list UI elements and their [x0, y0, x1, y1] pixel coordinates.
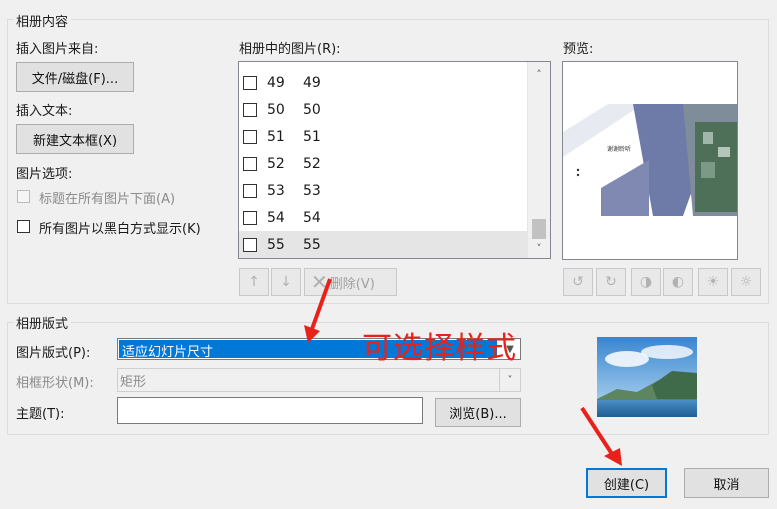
list-item-name: 50 [303, 101, 321, 118]
list-item-checkbox[interactable] [243, 129, 257, 144]
contrast-decrease-icon[interactable]: ◐ [663, 268, 693, 296]
black-white-checkbox[interactable] [17, 220, 30, 233]
preview-slide-graphic [563, 104, 737, 216]
preview-image: 谢谢聆听 [562, 61, 738, 260]
contrast-increase-icon[interactable]: ◑ [631, 268, 661, 296]
caption-below-checkbox[interactable] [17, 190, 30, 203]
preview-label: 预览: [563, 42, 594, 57]
list-item-checkbox[interactable] [243, 75, 257, 90]
insert-text-label: 插入文本: [16, 104, 73, 119]
chevron-down-icon[interactable]: ˅ [499, 369, 520, 391]
list-item-name: 55 [303, 236, 321, 253]
list-item-number: 49 [267, 74, 285, 91]
annotation-text: 可选择样式 [362, 331, 517, 366]
list-item[interactable]: 52 52 [239, 150, 529, 177]
scroll-up-icon[interactable]: ˄ [528, 64, 550, 84]
cancel-button[interactable]: 取消 [684, 468, 769, 498]
theme-label: 主题(T): [16, 407, 65, 422]
frame-shape-select[interactable]: 矩形 ˅ [117, 368, 521, 392]
list-item-checkbox[interactable] [243, 156, 257, 171]
browse-button[interactable]: 浏览(B)... [435, 398, 521, 427]
list-item-checkbox[interactable] [243, 183, 257, 198]
list-scrollbar[interactable]: ˄ ˅ [527, 62, 550, 258]
caption-below-label: 标题在所有图片下面(A) [39, 192, 176, 207]
black-white-label: 所有图片以黑白方式显示(K) [39, 222, 201, 237]
list-item-checkbox[interactable] [243, 237, 257, 252]
rotate-right-icon[interactable]: ↻ [596, 268, 626, 296]
pictures-in-album-label: 相册中的图片(R): [239, 42, 341, 57]
theme-input[interactable] [117, 397, 423, 424]
list-item[interactable]: 53 53 [239, 177, 529, 204]
annotation-arrow-2 [580, 406, 622, 466]
picture-layout-label: 图片版式(P): [16, 346, 91, 361]
list-item[interactable]: 51 51 [239, 123, 529, 150]
annotation-arrow-1 [304, 278, 332, 343]
list-item[interactable]: 54 54 [239, 204, 529, 231]
list-item-name: 49 [303, 74, 321, 91]
list-item-number: 53 [267, 182, 285, 199]
list-item-number: 50 [267, 101, 285, 118]
list-item[interactable]: 50 50 [239, 96, 529, 123]
list-item-name: 54 [303, 209, 321, 226]
brightness-increase-icon[interactable]: ☀ [698, 268, 728, 296]
scroll-down-icon[interactable]: ˅ [528, 238, 550, 258]
list-item-checkbox[interactable] [243, 102, 257, 117]
preview-slide-text: 谢谢聆听 [607, 146, 632, 153]
frame-shape-value: 矩形 [120, 375, 147, 390]
list-item-number: 55 [267, 236, 285, 253]
album-content-title: 相册内容 [13, 11, 72, 30]
file-disk-button[interactable]: 文件/磁盘(F)... [16, 62, 134, 92]
picture-options-label: 图片选项: [16, 167, 73, 182]
new-textbox-button[interactable]: 新建文本框(X) [16, 124, 134, 154]
brightness-decrease-icon[interactable]: ☼ [731, 268, 761, 296]
create-button[interactable]: 创建(C) [586, 468, 667, 498]
pictures-list[interactable]: 49 49 50 50 51 51 52 52 53 53 54 54 55 5… [238, 61, 551, 259]
down-arrow-icon[interactable]: ↓ [271, 268, 301, 296]
list-item-number: 51 [267, 128, 285, 145]
list-item-selected[interactable]: 55 55 [239, 231, 529, 258]
list-item-name: 53 [303, 182, 321, 199]
up-arrow-icon[interactable]: ↑ [239, 268, 269, 296]
scroll-thumb[interactable] [532, 219, 546, 239]
list-item-name: 52 [303, 155, 321, 172]
frame-shape-label: 相框形状(M): [16, 376, 94, 391]
list-item[interactable]: 49 49 [239, 69, 529, 96]
list-item-number: 52 [267, 155, 285, 172]
list-item-name: 51 [303, 128, 321, 145]
rotate-left-icon[interactable]: ↺ [563, 268, 593, 296]
insert-picture-from-label: 插入图片来自: [16, 42, 99, 57]
list-item-checkbox[interactable] [243, 210, 257, 225]
album-layout-title: 相册版式 [13, 313, 72, 332]
list-item-number: 54 [267, 209, 285, 226]
